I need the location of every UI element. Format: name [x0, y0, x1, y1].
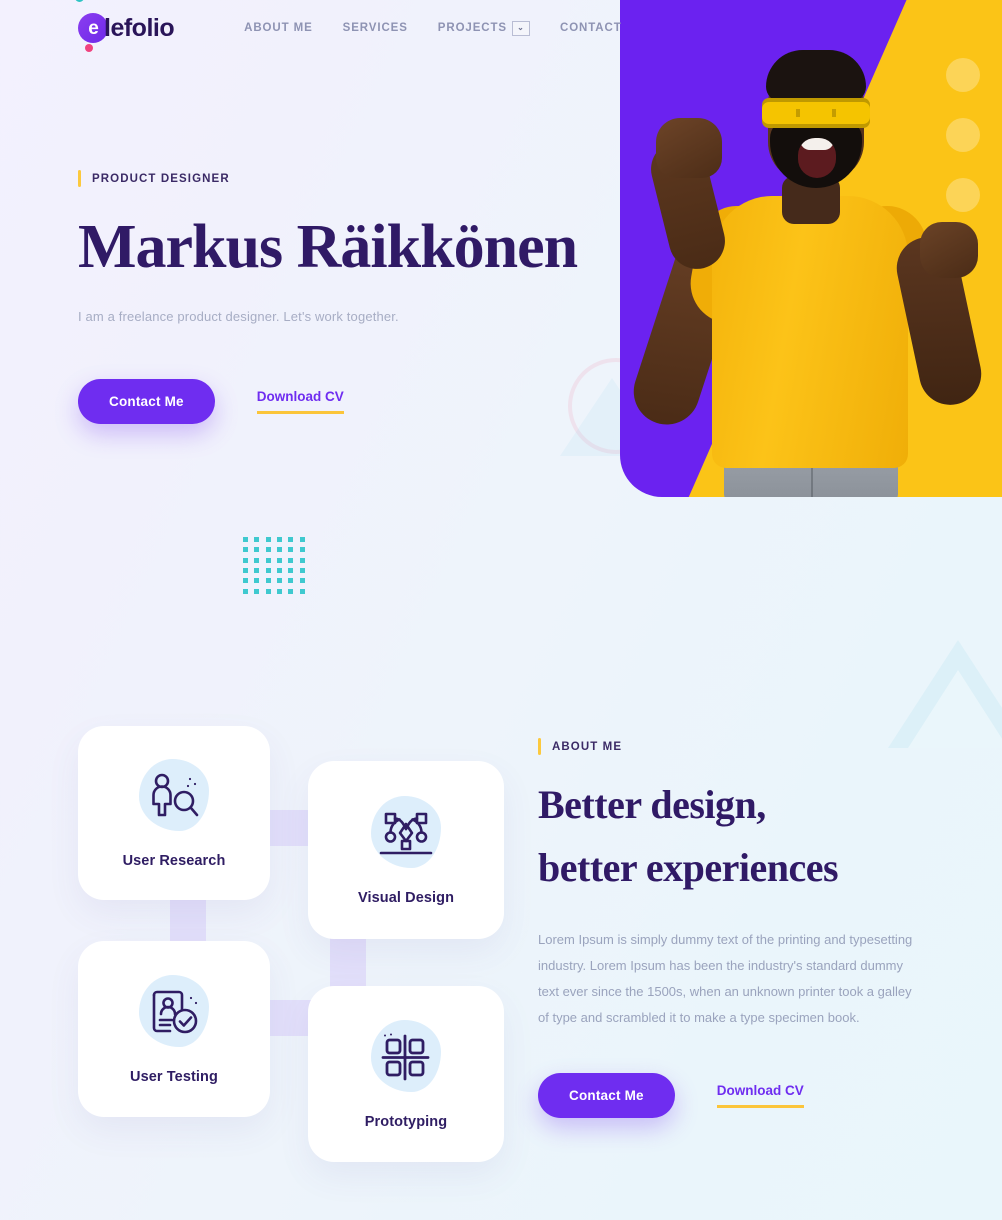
- nav-item-about-me[interactable]: ABOUT ME: [244, 22, 313, 34]
- card-icon-container: [131, 973, 217, 1053]
- dot-grid-decoration: [243, 537, 311, 599]
- person-search-icon: [152, 773, 199, 817]
- grid-cross-icon: [381, 1033, 430, 1081]
- about-title-line-1: Better design,: [538, 782, 766, 827]
- about-actions: Contact Me Download CV: [538, 1073, 938, 1119]
- teal-dot-icon: [75, 0, 84, 2]
- site-header: e lefolio ABOUT ME SERVICES PROJECTS ⌄ C…: [0, 0, 1002, 56]
- about-title: Better design, better experiences: [538, 773, 938, 899]
- hero-eyebrow-label: PRODUCT DESIGNER: [92, 172, 230, 185]
- hero-section: PRODUCT DESIGNER Markus Räikkönen I am a…: [78, 170, 598, 425]
- logo[interactable]: e lefolio: [75, 0, 175, 52]
- hero-image: [620, 0, 1002, 497]
- hero-actions: Contact Me Download CV: [78, 379, 598, 425]
- nav-item-projects[interactable]: PROJECTS ⌄: [437, 20, 530, 36]
- service-card-label: User Testing: [130, 1069, 218, 1085]
- service-card-label: User Research: [122, 853, 226, 869]
- hero-subtitle: I am a freelance product designer. Let's…: [78, 309, 399, 325]
- card-icon-container: [131, 757, 217, 837]
- main-navigation: ABOUT ME SERVICES PROJECTS ⌄ CONTACT: [244, 20, 622, 36]
- about-download-cv-link[interactable]: Download CV: [716, 1083, 804, 1109]
- hero-person-illustration: [620, 0, 1002, 497]
- yellow-shutter-shades-icon: [762, 98, 870, 128]
- hero-contact-me-button[interactable]: Contact Me: [78, 379, 215, 425]
- about-title-line-2: better experiences: [538, 845, 839, 891]
- service-card-label: Prototyping: [364, 1114, 448, 1130]
- service-card-visual-design[interactable]: Visual Design: [308, 761, 504, 939]
- nav-item-contact[interactable]: CONTACT: [560, 22, 622, 34]
- hero-eyebrow: PRODUCT DESIGNER: [78, 170, 598, 187]
- service-card-prototyping[interactable]: Prototyping: [308, 986, 504, 1162]
- nav-label: PROJECTS: [437, 22, 507, 34]
- chevron-down-icon[interactable]: ⌄: [511, 20, 530, 36]
- nav-item-services[interactable]: SERVICES: [343, 22, 408, 34]
- about-contact-me-button[interactable]: Contact Me: [538, 1073, 675, 1119]
- about-section: User Research Visual Design User Testing…: [0, 700, 1002, 1220]
- card-icon-container: [363, 794, 449, 874]
- about-eyebrow: ABOUT ME: [538, 738, 938, 755]
- eyebrow-bar-icon: [538, 738, 541, 755]
- service-card-user-testing[interactable]: User Testing: [78, 941, 270, 1117]
- hero-download-cv-link[interactable]: Download CV: [256, 389, 344, 415]
- pen-tool-icon: [379, 812, 433, 855]
- pink-dot-icon: [85, 44, 93, 52]
- service-card-label: Visual Design: [357, 890, 455, 906]
- nav-label: CONTACT: [559, 22, 622, 34]
- document-check-icon: [152, 990, 198, 1034]
- page-title: Markus Räikkönen: [78, 213, 578, 281]
- logo-wordmark: lefolio: [104, 13, 175, 42]
- about-eyebrow-label: ABOUT ME: [552, 740, 623, 753]
- about-content: ABOUT ME Better design, better experienc…: [538, 738, 938, 1119]
- nav-label: SERVICES: [342, 22, 408, 34]
- card-icon-container: [363, 1018, 449, 1098]
- about-paragraph: Lorem Ipsum is simply dummy text of the …: [538, 932, 913, 1026]
- service-card-user-research[interactable]: User Research: [78, 726, 270, 900]
- nav-label: ABOUT ME: [244, 22, 313, 34]
- eyebrow-bar-icon: [78, 170, 81, 187]
